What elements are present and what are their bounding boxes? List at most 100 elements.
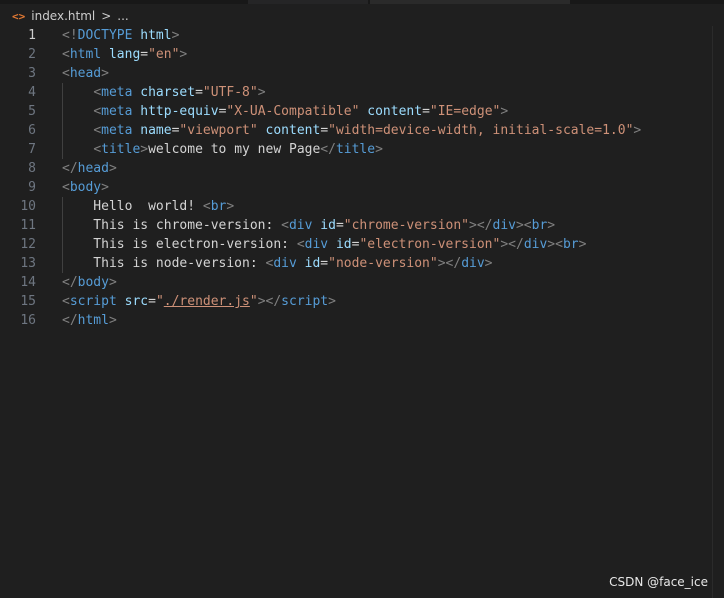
code-line[interactable]: 5 <meta http-equiv = "X-UA-Compatible" con… xyxy=(0,102,712,121)
code-text[interactable]: This is chrome-version: <div id="chrome-… xyxy=(62,216,555,235)
line-number: 3 xyxy=(28,66,36,81)
line-number: 15 xyxy=(20,294,36,309)
code-line[interactable]: 13 This is node-version: <div id="node-v… xyxy=(0,254,712,273)
line-number: 7 xyxy=(28,142,36,157)
code-text[interactable]: </body> xyxy=(62,273,117,292)
code-token: < xyxy=(93,85,102,100)
code-token: > xyxy=(633,123,642,138)
code-text[interactable]: <head> xyxy=(62,64,109,83)
line-number: 2 xyxy=(28,47,36,62)
code-token: >< xyxy=(515,218,532,233)
breadcrumb-symbols[interactable]: ... xyxy=(117,9,128,23)
code-token: > xyxy=(500,104,509,119)
code-editor[interactable]: 1 <!DOCTYPE html> 2 <html lang="en"> 3 <head>… xyxy=(0,26,712,598)
code-token: > xyxy=(171,28,180,43)
code-line[interactable]: 15 <script src="./render.js"></script> xyxy=(0,292,712,311)
code-token: "IE=edge" xyxy=(429,104,501,119)
line-number: 14 xyxy=(20,275,36,290)
html-file-icon: <> xyxy=(12,9,26,23)
code-text[interactable]: This is node-version: <div id="node-vers… xyxy=(62,254,493,273)
code-token: content xyxy=(265,123,321,138)
watermark: CSDN @face_ice xyxy=(609,575,708,589)
code-token: ></ xyxy=(469,218,493,233)
code-token: > xyxy=(226,199,235,214)
code-token: ./render.js xyxy=(163,294,250,309)
code-token: > xyxy=(484,256,493,271)
code-line[interactable]: 14 </body> xyxy=(0,273,712,292)
code-line[interactable]: 6 <meta name="viewport" content="width=d… xyxy=(0,121,712,140)
code-text[interactable]: </html> xyxy=(62,311,117,330)
code-line[interactable]: 12 This is electron-version: <div id="el… xyxy=(0,235,712,254)
code-token: http-equiv xyxy=(140,104,219,119)
code-line[interactable]: 16 </html> xyxy=(0,311,712,330)
code-line[interactable]: 3 <head> xyxy=(0,64,712,83)
code-token: "width=device-width, initial-scale=1.0" xyxy=(328,123,634,138)
vertical-scrollbar[interactable] xyxy=(712,26,724,598)
code-token: " xyxy=(155,294,164,309)
code-token: > xyxy=(328,294,336,309)
code-line[interactable]: 1 <!DOCTYPE html> xyxy=(0,26,712,45)
line-number: 8 xyxy=(28,161,36,176)
code-token: < xyxy=(62,66,70,81)
code-token: > xyxy=(108,313,117,328)
code-token: < xyxy=(93,142,102,157)
code-text[interactable]: <meta charset="UTF-8"> xyxy=(62,83,266,102)
code-token: = xyxy=(320,123,329,138)
code-text[interactable]: <script src="./render.js"></script> xyxy=(62,292,336,311)
code-token: body xyxy=(69,180,102,195)
code-token: "en" xyxy=(148,47,180,62)
code-token: "node-version" xyxy=(328,256,438,271)
line-number: 6 xyxy=(28,123,36,138)
code-line[interactable]: 9 <body> xyxy=(0,178,712,197)
code-token: src xyxy=(124,294,149,309)
code-line[interactable]: 11 This is chrome-version: <div id="chro… xyxy=(0,216,712,235)
code-token: meta xyxy=(101,104,133,119)
code-token: meta xyxy=(101,85,133,100)
line-number: 4 xyxy=(28,85,36,100)
code-text[interactable]: This is electron-version: <div id="elect… xyxy=(62,235,586,254)
line-number: 9 xyxy=(28,180,36,195)
code-token: </ xyxy=(320,142,336,157)
code-line[interactable]: 10 Hello world! <br> xyxy=(0,197,712,216)
code-line[interactable]: 2 <html lang="en"> xyxy=(0,45,712,64)
code-line[interactable]: 4 <meta charset="UTF-8"> xyxy=(0,83,712,102)
code-token: > xyxy=(375,142,383,157)
code-text[interactable]: <body> xyxy=(62,178,109,197)
code-token: < xyxy=(296,237,305,252)
code-token: "electron-version" xyxy=(359,237,501,252)
code-line[interactable]: 7 <title>welcome to my new Page</title> xyxy=(0,140,712,159)
code-token: > xyxy=(101,66,109,81)
code-token: DOCTYPE xyxy=(77,28,133,43)
code-token: = xyxy=(195,85,203,100)
code-text[interactable]: <meta name="viewport" content="width=dev… xyxy=(62,121,641,140)
indent-guide xyxy=(62,83,63,159)
code-token: head xyxy=(69,66,102,81)
line-number: 1 xyxy=(28,28,36,43)
code-token: name xyxy=(140,123,172,138)
code-token: html xyxy=(77,313,109,328)
code-token: ></ xyxy=(257,294,282,309)
code-token: > xyxy=(179,47,188,62)
code-text[interactable]: <meta http-equiv = "X-UA-Compatible" conte… xyxy=(62,102,508,121)
code-text[interactable]: <html lang="en"> xyxy=(62,45,187,64)
code-token: > xyxy=(257,85,266,100)
code-token: div xyxy=(461,256,485,271)
code-token: = xyxy=(335,218,344,233)
code-token: div xyxy=(523,237,548,252)
code-text[interactable]: </head> xyxy=(62,159,117,178)
code-text[interactable]: Hello world! <br> xyxy=(62,197,234,216)
code-line[interactable]: 8 </head> xyxy=(0,159,712,178)
code-token: < xyxy=(93,104,102,119)
code-token: > xyxy=(140,142,149,157)
breadcrumb-file-name[interactable]: index.html xyxy=(31,9,95,23)
code-token: </ xyxy=(62,313,78,328)
code-text[interactable]: <title>welcome to my new Page</title> xyxy=(62,140,383,159)
code-text[interactable]: <!DOCTYPE html> xyxy=(62,26,179,45)
code-token: = xyxy=(422,104,430,119)
code-token: "UTF-8" xyxy=(202,85,258,100)
code-token: Hello world! xyxy=(62,199,203,214)
